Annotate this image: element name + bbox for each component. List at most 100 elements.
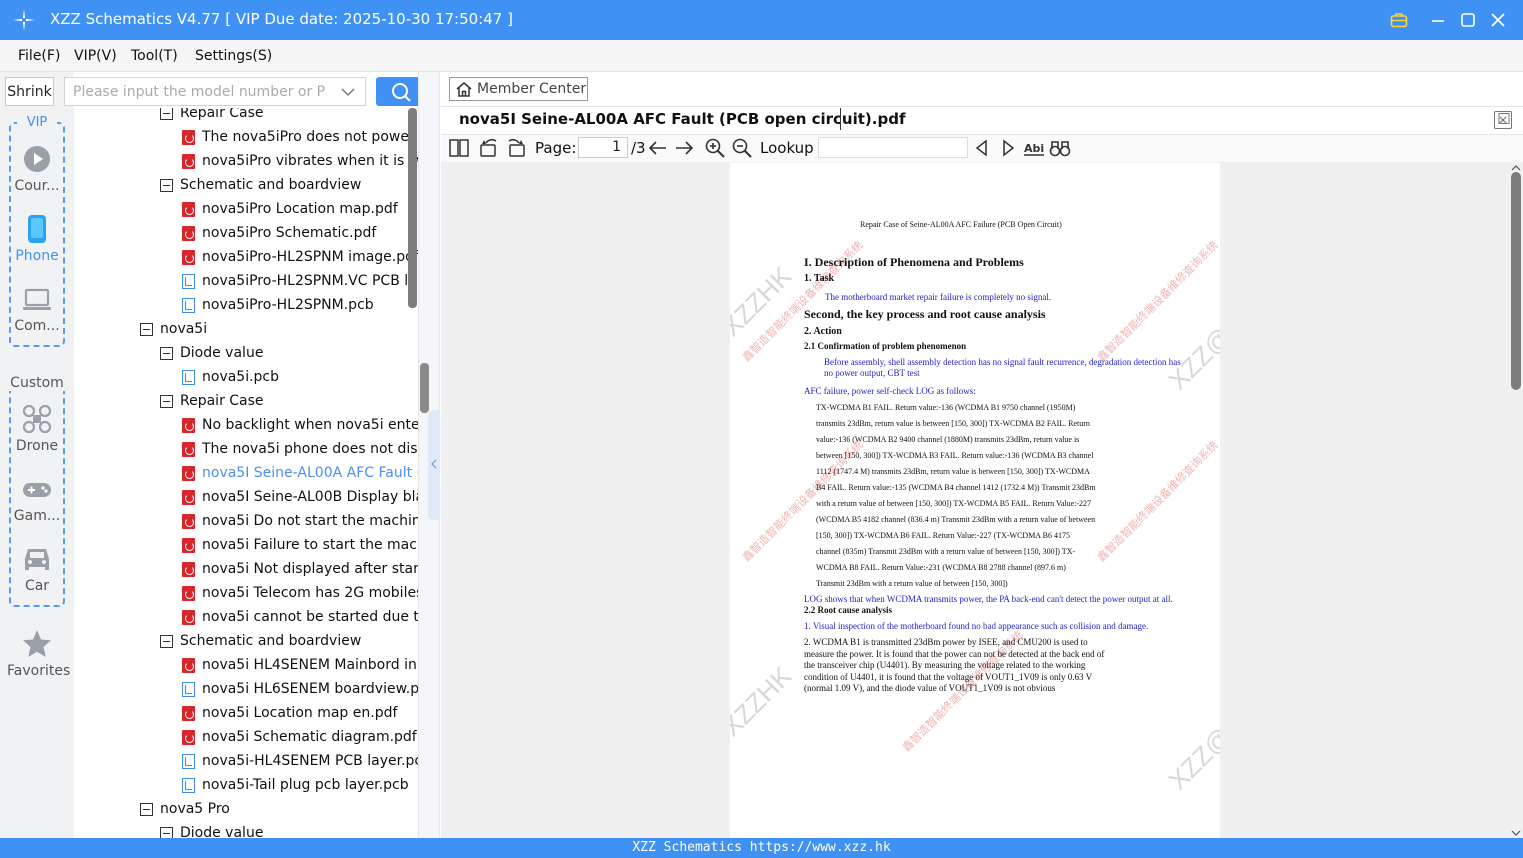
tree-folder-node[interactable]: Schematic and boardview	[160, 173, 418, 197]
rail-item-favorites[interactable]: Favorites	[7, 663, 70, 679]
rail-item-car[interactable]: Car	[7, 578, 67, 594]
tree-file-item[interactable]: nova5i HL6SENEM boardview.p	[182, 677, 418, 701]
gamepad-icon[interactable]	[22, 480, 52, 500]
scroll-up-icon[interactable]	[1511, 164, 1521, 172]
tree-file-item[interactable]: nova5i Do not start the machin	[182, 509, 418, 533]
collapse-toggle-icon[interactable]	[160, 108, 173, 120]
tree-folder-node[interactable]: Diode value	[160, 341, 418, 365]
document-tab[interactable]: nova5I Seine-AL00A AFC Fault (PCB open c…	[459, 110, 905, 128]
collapse-toggle-icon[interactable]	[160, 634, 173, 648]
collapse-toggle-icon[interactable]	[140, 802, 153, 816]
model-search-input[interactable]	[65, 78, 325, 105]
minimize-button[interactable]	[1426, 8, 1450, 32]
tree-file-item[interactable]: The nova5iPro does not power	[182, 125, 418, 149]
tree-scrollbar[interactable]	[408, 108, 417, 308]
tree-folder-node[interactable]: nova5i	[140, 317, 418, 341]
previous-page-icon[interactable]	[647, 137, 669, 159]
tree-file-item[interactable]: nova5I Seine-AL00A AFC Fault (	[182, 461, 418, 485]
pcb-file-icon	[182, 369, 195, 385]
tree-file-item[interactable]: nova5I Seine-AL00B Display bla	[182, 485, 418, 509]
collapse-toggle-icon[interactable]	[140, 322, 153, 336]
rail-item-phone[interactable]: Phone	[7, 248, 67, 264]
star-icon[interactable]	[22, 629, 52, 659]
car-icon[interactable]	[22, 546, 52, 574]
pdf-file-icon	[182, 657, 195, 673]
doc-log-line: Transmit 23dBm with a return value of be…	[816, 579, 1008, 588]
find-binoculars-icon[interactable]	[1049, 137, 1071, 159]
viewer-scrollbar[interactable]	[1511, 172, 1521, 390]
tree-item-label: The nova5iPro does not power	[202, 129, 415, 145]
menu-file[interactable]: File(F)	[18, 48, 60, 64]
close-button[interactable]	[1486, 8, 1510, 32]
chevron-down-icon[interactable]	[341, 87, 355, 97]
doc-section-2-2: 2.2 Root cause analysis	[804, 605, 893, 615]
doc-log-line: [150, 300]) TX-WCDMA B6 FAIL. Return Val…	[816, 531, 1070, 540]
tree-file-item[interactable]: nova5i Telecom has 2G mobiles	[182, 581, 418, 605]
tree-folder-node[interactable]: nova5 Pro	[140, 797, 418, 821]
rail-item-course[interactable]: Cour...	[7, 178, 67, 194]
tree-file-item[interactable]: nova5iPro-HL2SPNM.pcb	[182, 293, 418, 317]
tree-file-item[interactable]: nova5i cannot be started due to	[182, 605, 418, 629]
collapse-toggle-icon[interactable]	[160, 178, 173, 192]
rotate-right-icon[interactable]	[505, 137, 527, 159]
doc-task-text: The motherboard market repair failure is…	[825, 292, 1052, 302]
pdf-file-icon	[182, 489, 195, 505]
drone-icon[interactable]	[22, 404, 52, 434]
rotate-left-icon[interactable]	[478, 137, 500, 159]
phone-icon[interactable]	[27, 214, 47, 244]
pcb-file-icon	[182, 777, 195, 793]
member-center-button[interactable]: Member Center	[449, 77, 588, 101]
rail-item-computer[interactable]: Com...	[7, 318, 67, 334]
lookup-input[interactable]	[818, 137, 968, 158]
tree-file-item[interactable]: nova5i-HL4SENEM PCB layer.pc	[182, 749, 418, 773]
shrink-button[interactable]: Shrink	[5, 77, 54, 106]
tree-file-item[interactable]: nova5iPro Schematic.pdf	[182, 221, 418, 245]
match-case-icon[interactable]: Abi	[1023, 137, 1045, 159]
tree-file-item[interactable]: nova5i Not displayed after start	[182, 557, 418, 581]
zoom-out-icon[interactable]	[731, 137, 753, 159]
tree-file-item[interactable]: nova5i Location map en.pdf	[182, 701, 418, 725]
menu-settings[interactable]: Settings(S)	[195, 48, 272, 64]
menu-vip[interactable]: VIP(V)	[74, 48, 117, 64]
tree-file-item[interactable]: nova5iPro-HL2SPNM image.pdf	[182, 245, 418, 269]
tree-item-label: nova5i.pcb	[202, 369, 280, 385]
menu-tool[interactable]: Tool(T)	[131, 48, 178, 64]
model-search-combobox[interactable]	[64, 77, 366, 106]
collapse-toggle-icon[interactable]	[160, 346, 173, 360]
rail-item-game[interactable]: Gam...	[7, 508, 67, 524]
vip-bag-icon[interactable]	[1387, 8, 1411, 32]
page-number-input[interactable]: 1	[578, 137, 628, 158]
find-next-icon[interactable]	[997, 137, 1019, 159]
tree-file-item[interactable]: nova5iPro-HL2SPNM.VC PCB la	[182, 269, 418, 293]
tree-file-item[interactable]: No backlight when nova5i ente	[182, 413, 418, 437]
tree-file-item[interactable]: nova5i HL4SENEM Mainbord in	[182, 653, 418, 677]
tree-folder-node[interactable]: Repair Case	[160, 389, 418, 413]
rail-item-drone[interactable]: Drone	[7, 438, 67, 454]
pcb-file-icon	[182, 273, 195, 289]
tree-file-item[interactable]: nova5i Failure to start the mach	[182, 533, 418, 557]
find-previous-icon[interactable]	[971, 137, 993, 159]
scroll-down-icon[interactable]	[1511, 829, 1521, 837]
menu-bar: File(F) VIP(V) Tool(T) Settings(S)	[0, 40, 1523, 72]
collapse-panel-tab[interactable]	[428, 410, 440, 520]
course-play-icon[interactable]	[23, 145, 51, 173]
tree-file-item[interactable]: nova5i-Tail plug pcb layer.pcb	[182, 773, 418, 797]
tree-file-item[interactable]: nova5i.pcb	[182, 365, 418, 389]
collapse-toggle-icon[interactable]	[160, 826, 173, 838]
zoom-in-icon[interactable]	[704, 137, 726, 159]
tree-file-item[interactable]: nova5i Schematic diagram.pdf	[182, 725, 418, 749]
computer-icon[interactable]	[22, 288, 52, 312]
collapse-toggle-icon[interactable]	[160, 394, 173, 408]
tree-file-item[interactable]: nova5iPro Location map.pdf	[182, 197, 418, 221]
tree-file-item[interactable]: The nova5i phone does not dis	[182, 437, 418, 461]
maximize-button[interactable]	[1456, 8, 1480, 32]
tree-folder-node[interactable]: Repair Case	[160, 108, 418, 125]
tree-folder-node[interactable]: Schematic and boardview	[160, 629, 418, 653]
pdf-file-icon	[182, 705, 195, 721]
tree-file-item[interactable]: nova5iPro vibrates when it is sw	[182, 149, 418, 173]
close-document-icon[interactable]	[1494, 111, 1512, 129]
splitter-scroll-thumb[interactable]	[420, 363, 429, 413]
tree-folder-node[interactable]: Diode value	[160, 821, 418, 838]
dual-page-view-icon[interactable]	[448, 137, 470, 159]
next-page-icon[interactable]	[673, 137, 695, 159]
